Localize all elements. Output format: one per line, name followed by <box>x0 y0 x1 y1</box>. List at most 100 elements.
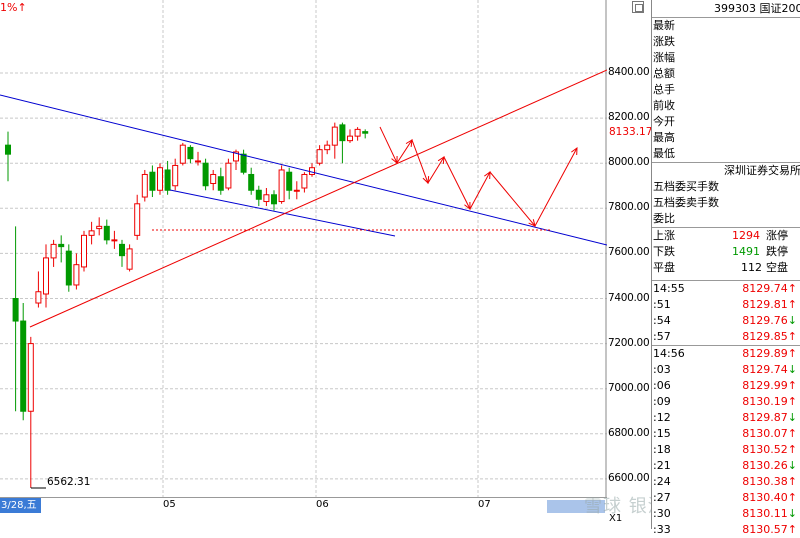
tick-time: :30 <box>653 507 671 520</box>
candle-body <box>43 257 49 295</box>
candle-body <box>88 230 95 236</box>
tick-price: 8130.07 <box>742 427 788 440</box>
tick-row: :18 8130.52↑ <box>652 442 800 458</box>
tick-row: 14:56 8129.89↑ <box>652 345 800 362</box>
candle-body <box>50 243 57 259</box>
price-axis-label: 6800.00 <box>608 426 650 439</box>
decline-row: 下跌 1491 跌停 <box>652 244 800 260</box>
tick-price-wrap: 8130.11↓ <box>742 506 797 522</box>
quote-field-label: 涨幅 <box>653 51 675 64</box>
down-arrow-icon: ↓ <box>787 363 797 376</box>
tick-price-wrap: 8129.99↑ <box>742 378 797 394</box>
rising-trend-line <box>29 69 607 328</box>
last-price-label: 8133.17 <box>609 126 653 139</box>
tick-row: :21 8130.26↓ <box>652 458 800 474</box>
candle-body <box>81 234 87 268</box>
candle-body <box>58 243 65 248</box>
tick-price: 8129.89 <box>742 347 788 360</box>
window-toggle-icon[interactable] <box>632 1 644 13</box>
quote-field-label: 总手 <box>653 83 675 96</box>
candle-body <box>119 243 125 257</box>
quote-field-row: 总额 <box>652 66 800 82</box>
date-tick: 06 <box>316 499 329 510</box>
period-low-label: 6562.31 <box>47 476 91 488</box>
decline-count: 1491 <box>732 245 760 258</box>
candle-body <box>255 189 262 200</box>
channel-upper-line <box>0 94 607 246</box>
candle-body <box>141 173 148 198</box>
tick-time: 14:56 <box>653 347 685 360</box>
tick-price-wrap: 8129.89↑ <box>742 346 797 362</box>
down-arrow-icon: ↓ <box>787 459 797 472</box>
tick-price: 8129.81 <box>742 298 788 311</box>
candle-body <box>103 225 110 241</box>
tick-time: :12 <box>653 411 671 424</box>
up-arrow-icon: ↑ <box>787 443 797 456</box>
candle-body <box>126 248 133 270</box>
tick-price: 8130.52 <box>742 443 788 456</box>
tick-price: 8130.19 <box>742 395 788 408</box>
candle-body <box>111 239 118 242</box>
candle-body <box>20 320 27 412</box>
quote-field-row: 最新 <box>652 18 800 34</box>
tick-row: :27 8130.40↑ <box>652 490 800 506</box>
up-arrow-icon: ↑ <box>787 491 797 504</box>
advance-label: 上涨 <box>653 229 675 242</box>
tick-price: 8129.74 <box>742 363 788 376</box>
arrowhead-icon <box>405 139 413 148</box>
candle-body <box>339 124 346 142</box>
tick-row: :15 8130.07↑ <box>652 426 800 442</box>
kline-chart[interactable]: 1%↑ 6562.31 <box>0 0 607 497</box>
price-axis-label: 6600.00 <box>608 471 650 484</box>
candle-body <box>157 167 163 191</box>
exchange-name: 深圳证券交易所 <box>724 164 800 177</box>
tick-price: 8129.99 <box>742 379 788 392</box>
flat-row: 平盘 112 空盘 <box>652 260 800 276</box>
tick-time: :54 <box>653 314 671 327</box>
candle-body <box>263 194 270 203</box>
tick-time: :24 <box>653 475 671 488</box>
up-arrow-icon: ↑ <box>787 475 797 488</box>
tick-time: :21 <box>653 459 671 472</box>
date-axis: 3/28,五 05 06 07 <box>0 497 607 530</box>
up-arrow-icon: ↑ <box>787 330 797 343</box>
suspend-label: 空盘 <box>766 261 788 274</box>
tick-time: :03 <box>653 363 671 376</box>
order-book-fields: 五档委买手数 五档委卖手数 委比 <box>652 179 800 227</box>
price-axis-label: 8400.00 <box>608 66 650 78</box>
date-tick: 07 <box>478 499 491 510</box>
tick-list[interactable]: 14:55 8129.74↑:51 8129.81↑:54 8129.76↓:57 81… <box>652 280 800 538</box>
tick-row: :06 8129.99↑ <box>652 378 800 394</box>
candle-body <box>301 173 308 189</box>
tick-time: :57 <box>653 330 671 343</box>
order-field-row: 委比 <box>652 211 800 227</box>
price-axis-label: 7400.00 <box>608 291 650 304</box>
tick-price: 8129.74 <box>742 282 788 295</box>
tick-price-wrap: 8129.76↓ <box>742 313 797 329</box>
tick-time: :27 <box>653 491 671 504</box>
tick-row: :51 8129.81↑ <box>652 297 800 313</box>
candle-body <box>187 146 194 160</box>
tick-price-wrap: 8130.52↑ <box>742 442 797 458</box>
order-field-row: 五档委买手数 <box>652 179 800 195</box>
candle-body <box>179 144 186 164</box>
tick-row: :33 8130.57↑ <box>652 522 800 538</box>
candle-body <box>309 167 315 175</box>
tick-row: :54 8129.76↓ <box>652 313 800 329</box>
quote-fields: 最新 涨跌 涨幅 总额 总手 前收 今开 最高 最低 <box>652 18 800 162</box>
tick-time: :51 <box>653 298 671 311</box>
price-axis-label: 7000.00 <box>608 381 650 394</box>
change-percent-label: 1%↑ <box>0 1 27 14</box>
candle-body <box>316 149 323 164</box>
candle-body <box>240 153 247 173</box>
candle-body <box>293 189 300 192</box>
quote-field-row: 涨跌 <box>652 34 800 50</box>
kline-canvas[interactable] <box>0 0 607 497</box>
selected-date-box: 3/28,五 <box>0 498 41 513</box>
tick-price: 8129.85 <box>742 330 788 343</box>
candle-body <box>5 144 11 155</box>
up-arrow-icon: ↑ <box>787 347 797 360</box>
tick-row: :30 8130.11↓ <box>652 506 800 522</box>
tick-row: :09 8130.19↑ <box>652 394 800 410</box>
quote-field-row: 最低 <box>652 146 800 162</box>
